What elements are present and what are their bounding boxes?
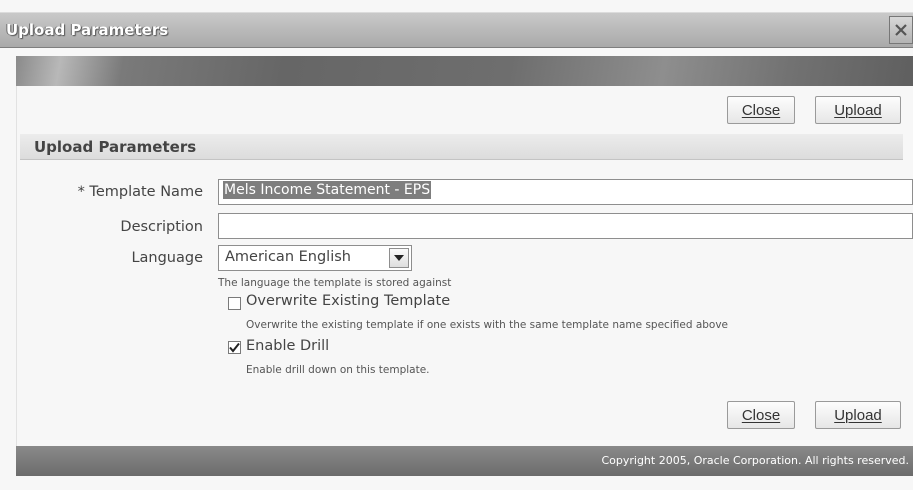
language-label: Language xyxy=(131,250,203,266)
description-label: Description xyxy=(120,219,203,235)
title-bar: Upload Parameters xyxy=(0,12,913,48)
enable-drill-checkbox[interactable] xyxy=(228,341,241,354)
template-name-value: Mels Income Statement - EPS xyxy=(223,181,432,199)
description-input[interactable] xyxy=(218,213,913,239)
section-header: Upload Parameters xyxy=(20,134,903,160)
checkmark-icon xyxy=(229,342,240,353)
brand-bar xyxy=(16,56,913,86)
language-selected-value: American English xyxy=(225,249,351,265)
dialog-window: Upload Parameters Close Upload Upload Pa… xyxy=(0,0,913,490)
overwrite-checkbox[interactable] xyxy=(228,297,241,310)
template-name-label: * Template Name xyxy=(77,184,203,200)
overwrite-hint: Overwrite the existing template if one e… xyxy=(246,319,729,331)
language-hint: The language the template is stored agai… xyxy=(218,277,452,289)
close-icon xyxy=(895,24,907,36)
language-select[interactable]: American English xyxy=(218,245,412,271)
chevron-down-icon xyxy=(394,255,404,261)
enable-drill-label[interactable]: Enable Drill xyxy=(246,338,329,354)
close-button-top[interactable]: Close xyxy=(727,96,795,124)
upload-button-top[interactable]: Upload xyxy=(815,96,901,124)
overwrite-label[interactable]: Overwrite Existing Template xyxy=(246,293,450,309)
section-title: Upload Parameters xyxy=(34,138,197,156)
window-title: Upload Parameters xyxy=(6,21,169,39)
language-dropdown-button[interactable] xyxy=(389,248,409,268)
upload-button-bottom[interactable]: Upload xyxy=(815,401,901,429)
template-name-input[interactable]: Mels Income Statement - EPS xyxy=(218,179,913,205)
close-button-bottom[interactable]: Close xyxy=(727,401,795,429)
footer-bar: Copyright 2005, Oracle Corporation. All … xyxy=(16,446,913,476)
enable-drill-hint: Enable drill down on this template. xyxy=(246,364,430,376)
copyright-text: Copyright 2005, Oracle Corporation. All … xyxy=(601,454,909,467)
window-close-button[interactable] xyxy=(889,16,913,44)
